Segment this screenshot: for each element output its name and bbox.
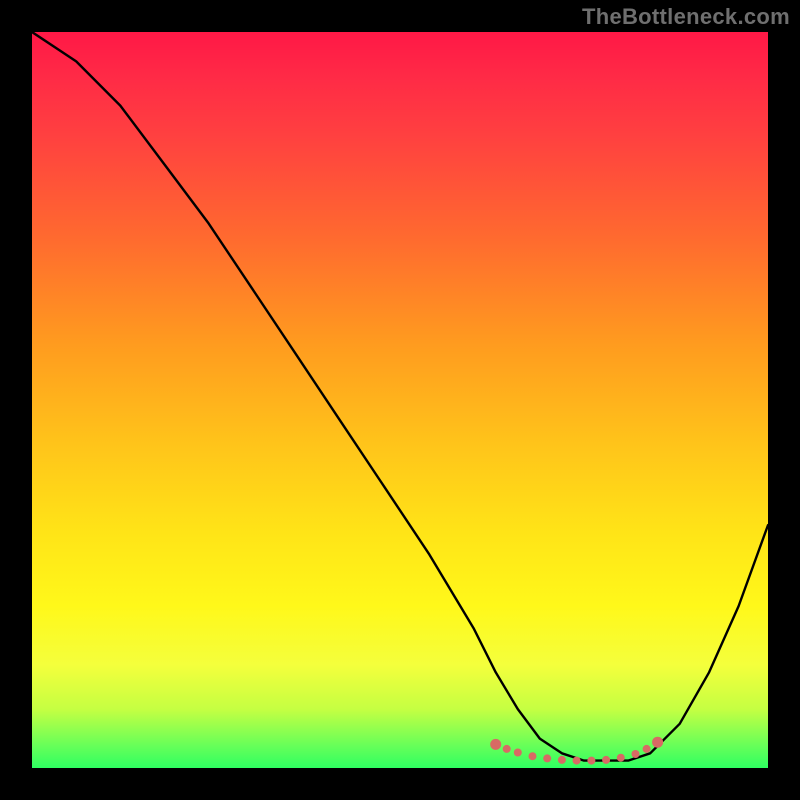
plot-area	[32, 32, 768, 768]
marker-dot	[587, 757, 595, 765]
marker-dot	[529, 752, 537, 760]
marker-dot	[543, 754, 551, 762]
marker-dot	[573, 757, 581, 765]
marker-dot	[503, 745, 511, 753]
frame: TheBottleneck.com	[0, 0, 800, 800]
flat-region-dots	[490, 737, 663, 765]
watermark-text: TheBottleneck.com	[582, 4, 790, 30]
marker-dot	[558, 756, 566, 764]
chart-svg	[32, 32, 768, 768]
marker-dot	[617, 754, 625, 762]
marker-dot	[652, 737, 663, 748]
marker-dot	[632, 750, 640, 758]
marker-dot	[514, 749, 522, 757]
marker-dot	[490, 739, 501, 750]
bottleneck-curve-path	[32, 32, 768, 761]
marker-dot	[643, 745, 651, 753]
marker-dot	[602, 756, 610, 764]
